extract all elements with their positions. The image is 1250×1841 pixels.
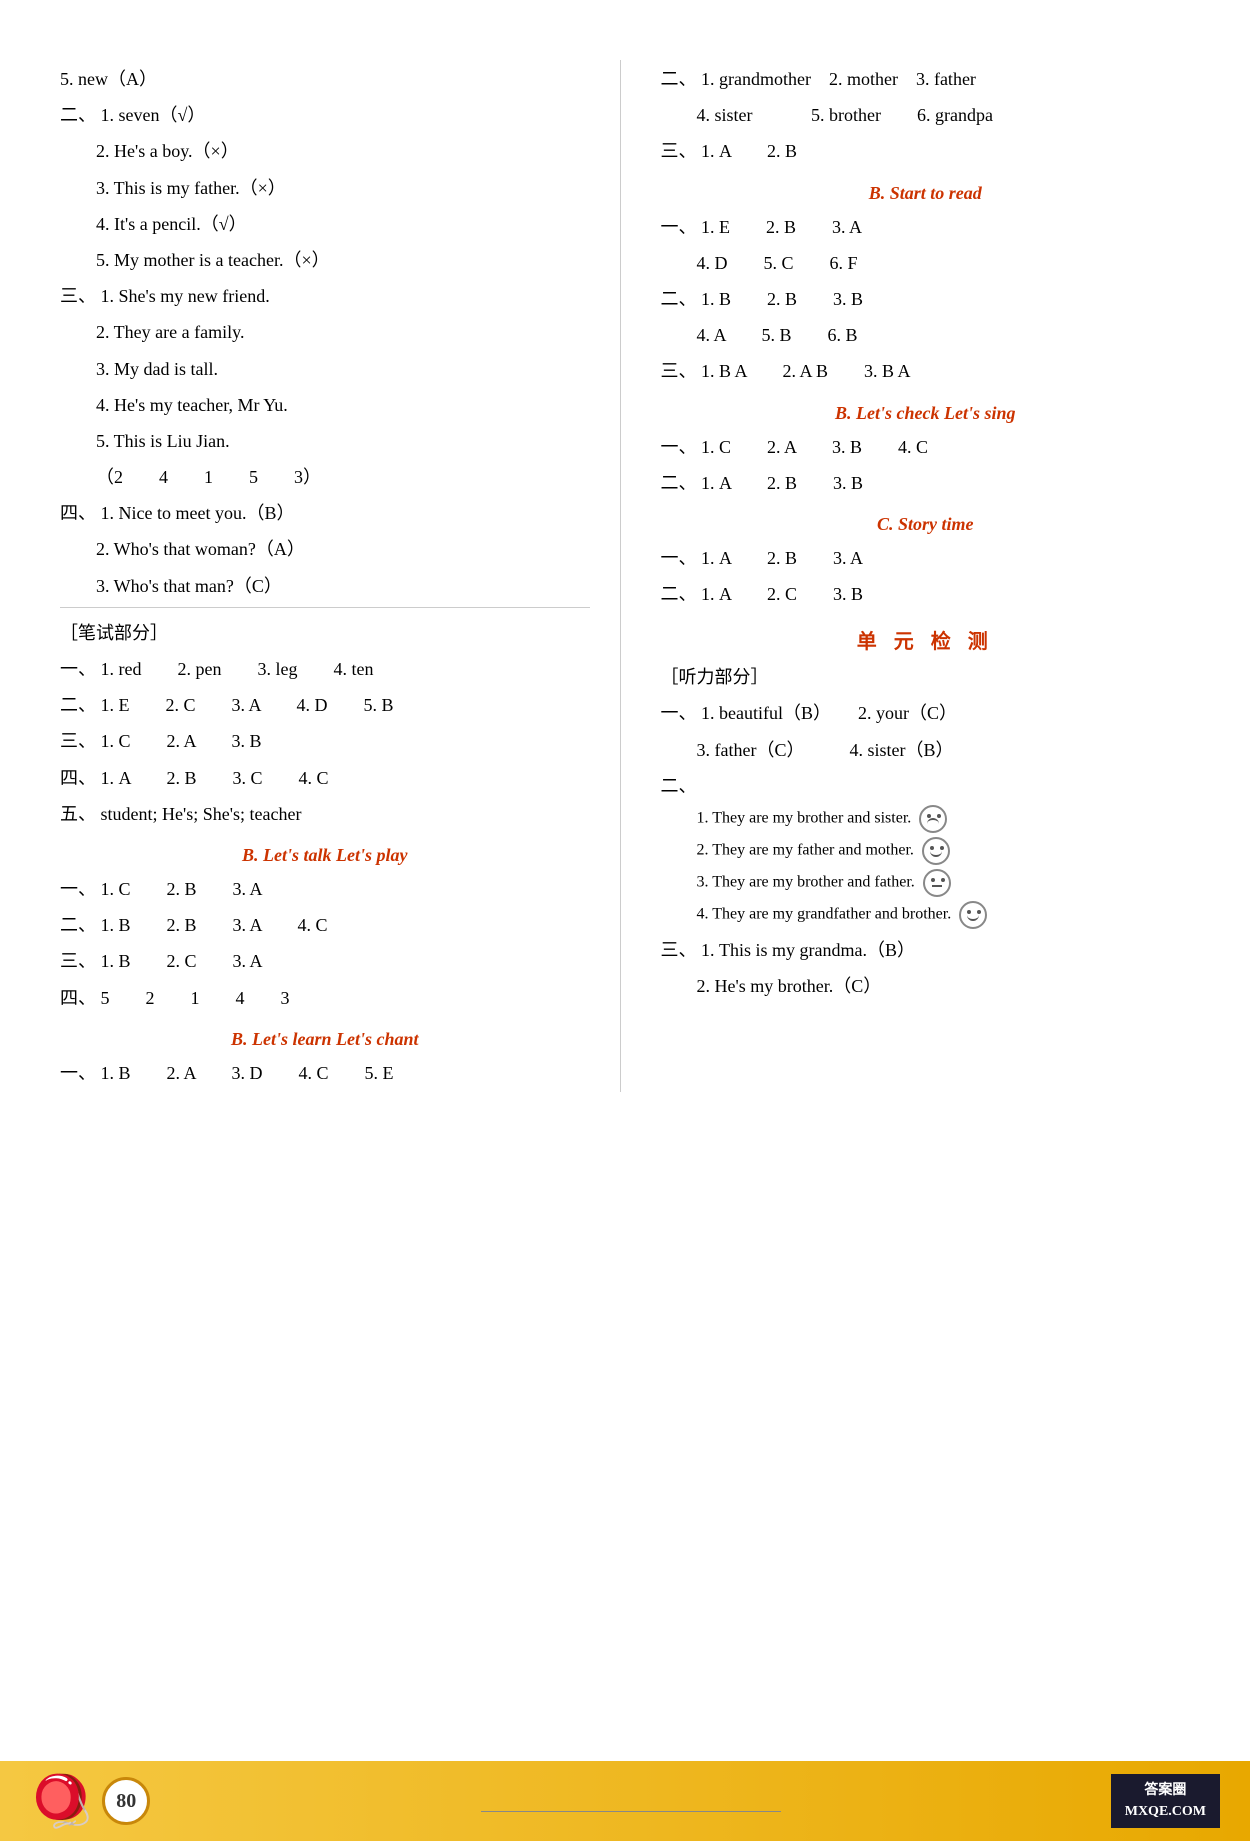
separator-1 <box>60 607 590 608</box>
item-5-new: 5. new（A） <box>60 62 590 96</box>
sr-er-1: 二、 1. B 2. B 3. B <box>661 282 1191 316</box>
sr-san: 三、 1. B A 2. A B 3. B A <box>661 354 1191 388</box>
san-item-2: 2. They are a family. <box>60 315 590 349</box>
er-item-5: 5. My mother is a teacher.（×） <box>60 243 590 277</box>
si-item-2: 2. Who's that woman?（A） <box>60 532 590 566</box>
san-item-5: 5. This is Liu Jian. <box>60 424 590 458</box>
unit-test-title: 单 元 检 测 <box>661 625 1191 654</box>
smiley-1 <box>919 805 947 833</box>
st-yi: 一、 1. A 2. B 3. A <box>661 541 1191 575</box>
st-er: 二、 1. A 2. C 3. B <box>661 577 1191 611</box>
page: 5. new（A） 二、 1. seven（√） 2. He's a boy.（… <box>0 0 1250 1841</box>
ut-er-text-4: 4. They are my grandfather and brother. <box>697 906 952 923</box>
smiley-4 <box>959 901 987 929</box>
san-item-3: 3. My dad is tall. <box>60 352 590 386</box>
lets-learn-header: B. Let's learn Let's chant <box>60 1029 590 1050</box>
right-er-line2: 4. sister 5. brother 6. grandpa <box>661 98 1191 132</box>
bottom-bar: 🪀 80 答案圈MXQE.COM <box>0 1761 1250 1841</box>
ut-er-item-3: 3. They are my brother and father. <box>697 869 1191 897</box>
ut-san-2: 2. He's my brother.（C） <box>661 969 1191 1003</box>
ut-er-text-3: 3. They are my brother and father. <box>697 874 915 891</box>
watermark: 答案圈MXQE.COM <box>1111 1774 1220 1828</box>
learn-yi: 一、 1. B 2. A 3. D 4. C 5. E <box>60 1056 590 1090</box>
ut-er-text-1: 1. They are my brother and sister. <box>697 810 912 827</box>
ut-er-label: 二、 <box>661 769 1191 803</box>
smiley-3 <box>923 869 951 897</box>
sr-yi-1: 一、 1. E 2. B 3. A <box>661 210 1191 244</box>
content-area: 5. new（A） 二、 1. seven（√） 2. He's a boy.（… <box>60 60 1190 1092</box>
talk-yi: 一、 1. C 2. B 3. A <box>60 872 590 906</box>
bishi-label: ［笔试部分］ <box>60 616 590 650</box>
bishi-wu: 五、 student; He's; She's; teacher <box>60 797 590 831</box>
talk-er: 二、 1. B 2. B 3. A 4. C <box>60 908 590 942</box>
er-item-3: 3. This is my father.（×） <box>60 171 590 205</box>
er-item-4: 4. It's a pencil.（√） <box>60 207 590 241</box>
start-read-header: B. Start to read <box>661 183 1191 204</box>
ut-yi-line1: 一、 1. beautiful（B） 2. your（C） <box>661 696 1191 730</box>
ut-san-1: 三、 1. This is my grandma.（B） <box>661 933 1191 967</box>
bishi-san: 三、 1. C 2. A 3. B <box>60 724 590 758</box>
er-label-top: 二、 1. seven（√） <box>60 98 590 132</box>
bishi-er: 二、 1. E 2. C 3. A 4. D 5. B <box>60 688 590 722</box>
ut-er-item-4: 4. They are my grandfather and brother. <box>697 901 1191 929</box>
page-number: 80 <box>102 1777 150 1825</box>
si-item-3: 3. Who's that man?（C） <box>60 569 590 603</box>
san-item-4: 4. He's my teacher, Mr Yu. <box>60 388 590 422</box>
talk-san: 三、 1. B 2. C 3. A <box>60 944 590 978</box>
ut-er-item-1: 1. They are my brother and sister. <box>697 805 1191 833</box>
story-time-header: C. Story time <box>661 514 1191 535</box>
smiley-2 <box>922 837 950 865</box>
ut-yi-line2: 3. father（C） 4. sister（B） <box>661 733 1191 767</box>
bishi-si: 四、 1. A 2. B 3. C 4. C <box>60 761 590 795</box>
ut-er-text-2: 2. They are my father and mother. <box>697 842 914 859</box>
lets-talk-header: B. Let's talk Let's play <box>60 845 590 866</box>
right-er: 二、 1. grandmother 2. mother 3. father <box>661 62 1191 96</box>
talk-si: 四、 5 2 1 4 3 <box>60 981 590 1015</box>
lets-check-header: B. Let's check Let's sing <box>661 403 1191 424</box>
right-san: 三、 1. A 2. B <box>661 134 1191 168</box>
right-column: 二、 1. grandmother 2. mother 3. father 4.… <box>621 60 1191 1092</box>
si-label-top: 四、 1. Nice to meet you.（B） <box>60 496 590 530</box>
san-order: （2 4 1 5 3） <box>60 460 590 494</box>
listen-label: ［听力部分］ <box>661 660 1191 694</box>
lc-yi: 一、 1. C 2. A 3. B 4. C <box>661 430 1191 464</box>
sr-yi-2: 4. D 5. C 6. F <box>661 246 1191 280</box>
san-label-top: 三、 1. She's my new friend. <box>60 279 590 313</box>
lc-er: 二、 1. A 2. B 3. B <box>661 466 1191 500</box>
ut-er-item-2: 2. They are my father and mother. <box>697 837 1191 865</box>
left-column: 5. new（A） 二、 1. seven（√） 2. He's a boy.（… <box>60 60 621 1092</box>
sr-er-2: 4. A 5. B 6. B <box>661 318 1191 352</box>
bishi-yi: 一、 1. red 2. pen 3. leg 4. ten <box>60 652 590 686</box>
horse-icon: 🪀 <box>30 1772 92 1831</box>
er-item-2: 2. He's a boy.（×） <box>60 134 590 168</box>
